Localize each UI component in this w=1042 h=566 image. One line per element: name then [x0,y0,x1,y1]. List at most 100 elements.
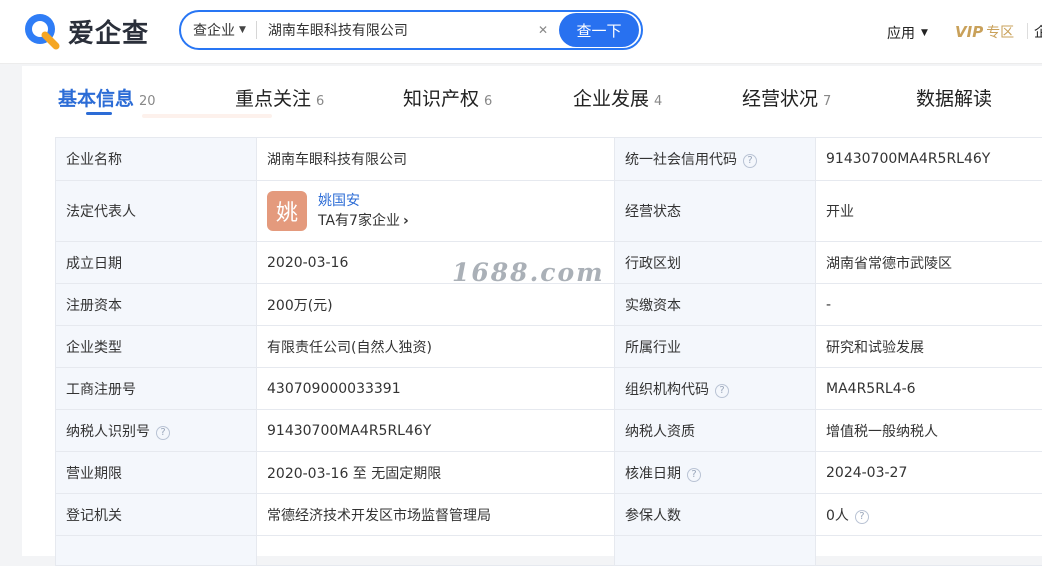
field-label: 参保人数 [615,494,816,536]
caret-down-icon: ▼ [921,28,928,38]
term-value: 2020-03-16 至 无固定期限 [257,452,615,494]
chevron-right-icon: › [403,213,409,229]
brand-name: 爱企查 [68,13,149,50]
section-tabs: 基本信息 20 重点关注 6 知识产权 6 企业发展 4 经营状况 7 数据解读 [22,66,1042,122]
industry-value: 研究和试验发展 [816,326,1042,368]
tab-label: 知识产权 [403,84,479,111]
credit-code-value: 91430700MA4R5RL46Y [816,138,1042,181]
insured-cell: 0人? [816,494,1042,536]
taxpayer-qual-value: 增值税一般纳税人 [816,410,1042,452]
tab-basic-info[interactable]: 基本信息 20 [58,84,156,111]
tab-label: 企业发展 [573,84,649,111]
watermark: 1688.com [452,258,605,287]
tab-count: 6 [484,94,492,109]
logo-q-icon [22,11,62,51]
search-button[interactable]: 查一下 [559,13,639,47]
region-value: 湖南省常德市武陵区 [816,242,1042,284]
status-value: 开业 [816,181,1042,242]
apps-menu[interactable]: 应用 ▼ [887,23,928,43]
field-label: 核准日期? [615,452,816,494]
table-row: 纳税人识别号? 91430700MA4R5RL46Y 纳税人资质 增值税一般纳税… [56,410,1042,452]
table-row: 企业类型 有限责任公司(自然人独资) 所属行业 研究和试验发展 [56,326,1042,368]
field-value [257,536,615,566]
credit-code-label: 统一社会信用代码 [625,152,737,168]
approved-label: 核准日期 [625,466,681,482]
search-bar: 查企业 ▼ 湖南车眼科技有限公司 ✕ 查一下 [179,10,643,50]
basic-info-table: 企业名称 湖南车眼科技有限公司 统一社会信用代码? 91430700MA4R5R… [55,137,1042,566]
legal-rep: 姚 姚国安 TA有7家企业› [267,191,604,231]
vip-badge: VIP [955,23,983,41]
apps-menu-label: 应用 [887,23,915,43]
org-code-value: MA4R5RL4-6 [816,368,1042,410]
taxpayer-id-value: 91430700MA4R5RL46Y [257,410,615,452]
tab-count: 6 [316,94,324,109]
nav-item-cut-off[interactable]: 企 [1034,22,1042,42]
active-tab-indicator [86,112,112,115]
field-label: 企业名称 [56,138,257,181]
approved-value: 2024-03-27 [816,452,1042,494]
field-label: 经营状态 [615,181,816,242]
tab-operations[interactable]: 经营状况 7 [742,84,831,111]
vip-zone-link[interactable]: VIP 专区 [955,22,1014,42]
table-row: 营业期限 2020-03-16 至 无固定期限 核准日期? 2024-03-27 [56,452,1042,494]
authority-value: 常德经济技术开发区市场监督管理局 [257,494,615,536]
search-divider [256,21,257,39]
tab-label: 基本信息 [58,84,134,111]
field-value [816,536,1042,566]
tab-intellectual-property[interactable]: 知识产权 6 [403,84,492,111]
tab-count: 4 [654,94,662,109]
vip-zone-label: 专区 [986,22,1014,42]
tab-highlight-strip [142,114,272,118]
legal-rep-companies-text: TA有7家企业 [318,213,400,229]
legal-rep-companies-link[interactable]: TA有7家企业› [318,211,409,231]
search-input[interactable]: 湖南车眼科技有限公司 [268,20,535,40]
field-label [615,536,816,566]
tab-key-attention[interactable]: 重点关注 6 [235,84,324,111]
search-type-label: 查企业 [193,20,235,40]
field-label: 法定代表人 [56,181,257,242]
help-icon[interactable]: ? [855,510,869,524]
taxpayer-id-label: 纳税人识别号 [66,424,150,440]
field-label: 营业期限 [56,452,257,494]
help-icon[interactable]: ? [156,426,170,440]
tab-data-interpretation[interactable]: 数据解读 [916,84,992,111]
legal-rep-cell: 姚 姚国安 TA有7家企业› [257,181,615,242]
field-label: 成立日期 [56,242,257,284]
field-label: 行政区划 [615,242,816,284]
field-label: 所属行业 [615,326,816,368]
reg-no-value: 430709000033391 [257,368,615,410]
tab-development[interactable]: 企业发展 4 [573,84,662,111]
help-icon[interactable]: ? [743,154,757,168]
brand-logo[interactable]: 爱企查 [22,11,149,51]
search-type-select[interactable]: 查企业 ▼ [193,20,246,40]
table-row [56,536,1042,566]
field-label: 实缴资本 [615,284,816,326]
capital-value: 200万(元) [257,284,615,326]
avatar[interactable]: 姚 [267,191,307,231]
tab-count: 7 [823,94,831,109]
table-row: 登记机关 常德经济技术开发区市场监督管理局 参保人数 0人? [56,494,1042,536]
table-row: 工商注册号 430709000033391 组织机构代码? MA4R5RL4-6 [56,368,1042,410]
field-label: 工商注册号 [56,368,257,410]
help-icon[interactable]: ? [687,468,701,482]
caret-down-icon: ▼ [239,25,246,35]
insured-value: 0人 [826,508,849,524]
field-label: 登记机关 [56,494,257,536]
field-label: 纳税人资质 [615,410,816,452]
field-label: 注册资本 [56,284,257,326]
company-type-value: 有限责任公司(自然人独资) [257,326,615,368]
field-label: 企业类型 [56,326,257,368]
help-icon[interactable]: ? [715,384,729,398]
table-row: 法定代表人 姚 姚国安 TA有7家企业› 经营状态 开业 [56,181,1042,242]
field-label [56,536,257,566]
tab-label: 经营状况 [742,84,818,111]
field-label: 纳税人识别号? [56,410,257,452]
clear-icon[interactable]: ✕ [535,22,551,38]
field-label: 组织机构代码? [615,368,816,410]
legal-rep-name-link[interactable]: 姚国安 [318,191,409,211]
nav-divider [1027,23,1028,39]
company-name-value: 湖南车眼科技有限公司 [257,138,615,181]
table-row: 注册资本 200万(元) 实缴资本 - [56,284,1042,326]
paid-capital-value: - [816,284,1042,326]
tab-label: 重点关注 [235,84,311,111]
